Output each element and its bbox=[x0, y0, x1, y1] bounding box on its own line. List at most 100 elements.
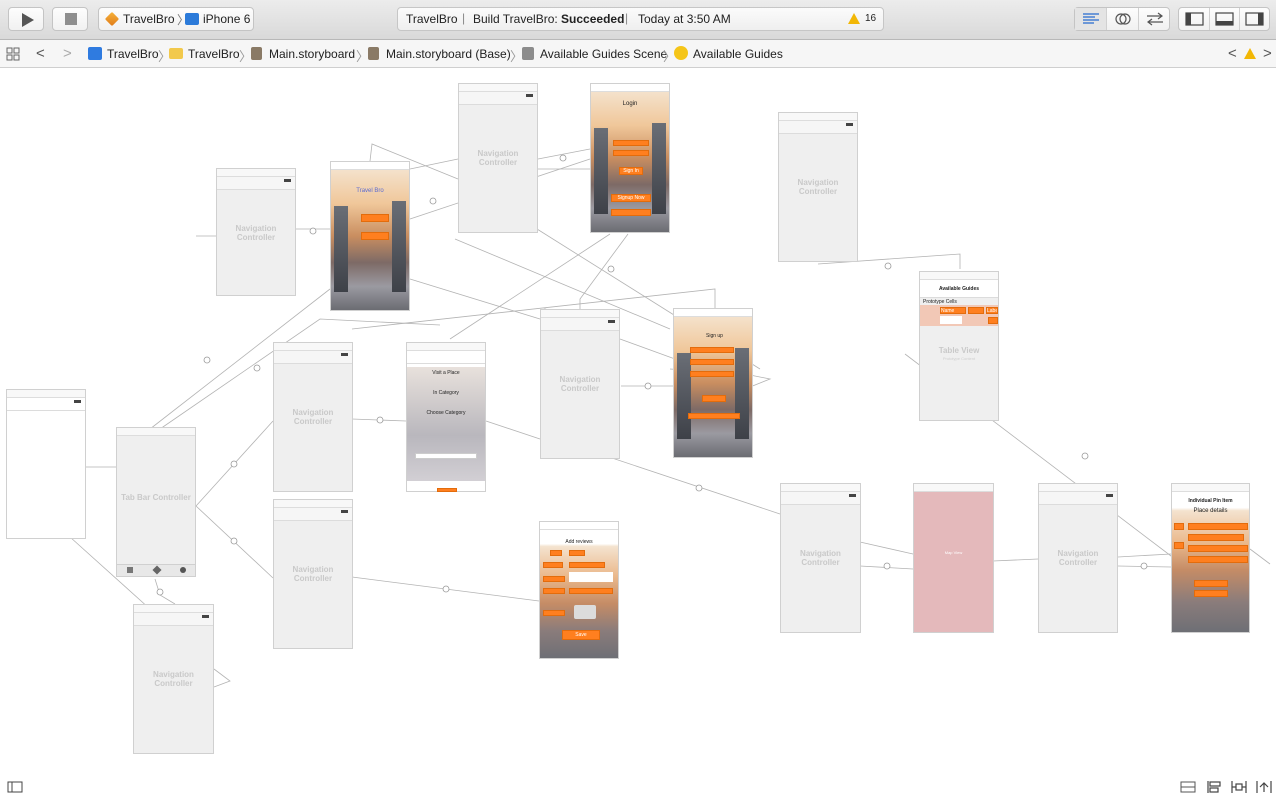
warning-icon[interactable] bbox=[1244, 48, 1256, 59]
review-field[interactable] bbox=[569, 588, 613, 594]
utilities-toggle-button[interactable] bbox=[1240, 8, 1270, 30]
scene-sign-up[interactable]: Sign up bbox=[673, 308, 753, 458]
tab-bar[interactable] bbox=[117, 564, 195, 576]
pin-button[interactable] bbox=[1194, 580, 1228, 587]
scene-icon bbox=[522, 47, 534, 60]
scene-title: Navigation Controller bbox=[292, 408, 334, 427]
next-issue-icon[interactable]: > bbox=[1263, 45, 1272, 62]
prototype-cell[interactable]: Name Label bbox=[920, 305, 998, 326]
scene-navigation-controller[interactable]: Navigation Controller bbox=[273, 342, 353, 492]
document-outline-toggle-icon[interactable] bbox=[7, 781, 23, 793]
review-stepper[interactable] bbox=[574, 605, 596, 619]
pin-field bbox=[1188, 523, 1248, 530]
scene-navigation-controller[interactable]: Navigation Controller bbox=[133, 604, 214, 754]
scene-title: Navigation Controller bbox=[153, 670, 194, 689]
login-field[interactable] bbox=[613, 150, 649, 156]
home-button[interactable] bbox=[361, 232, 389, 240]
crumb-controller[interactable]: Available Guides bbox=[693, 47, 783, 61]
scene-available-guides[interactable]: Available Guides Prototype Cells Name La… bbox=[919, 271, 999, 421]
cell-text-field[interactable] bbox=[940, 316, 962, 324]
signup-button[interactable]: Signup Now bbox=[611, 194, 651, 202]
login-field[interactable] bbox=[613, 140, 649, 146]
tab-icon[interactable] bbox=[127, 567, 133, 573]
pin-button[interactable] bbox=[1194, 590, 1228, 597]
debug-toggle-button[interactable] bbox=[1210, 8, 1240, 30]
travel-background bbox=[407, 367, 485, 481]
save-button[interactable]: Save bbox=[562, 630, 600, 640]
review-text-field[interactable] bbox=[569, 572, 613, 582]
login-link-button[interactable] bbox=[611, 209, 651, 216]
tab-icon[interactable] bbox=[180, 567, 186, 573]
scene-navigation-controller[interactable]: Navigation Controller bbox=[540, 309, 620, 459]
crumb-group[interactable]: TravelBro bbox=[188, 47, 240, 61]
signup-link-button[interactable] bbox=[688, 413, 740, 419]
right-panel-icon bbox=[1245, 12, 1264, 26]
signin-button[interactable]: Sign In bbox=[619, 167, 643, 175]
resolve-issues-icon[interactable] bbox=[1256, 780, 1272, 794]
warning-icon[interactable] bbox=[848, 13, 860, 24]
project-icon bbox=[88, 47, 102, 60]
status-build-result: Succeeded bbox=[561, 12, 625, 26]
stop-button[interactable] bbox=[52, 7, 88, 31]
scene-individual-pin-item[interactable]: Individual Pin Item Place details bbox=[1171, 483, 1250, 633]
home-button[interactable] bbox=[361, 214, 389, 222]
available-heading: Available Guides bbox=[938, 286, 980, 292]
scene-navigation-controller[interactable]: Navigation Controller bbox=[778, 112, 858, 262]
map-view[interactable]: Map View bbox=[914, 492, 993, 632]
scene-navigation-controller[interactable]: Navigation Controller bbox=[273, 499, 353, 649]
scene-nearby-places[interactable]: Map View bbox=[913, 483, 994, 633]
stack-icon[interactable] bbox=[1206, 780, 1222, 794]
version-editor-button[interactable] bbox=[1139, 8, 1171, 30]
status-app-name: TravelBro bbox=[406, 12, 458, 26]
crumb-localization[interactable]: Main.storyboard (Base) bbox=[386, 47, 511, 61]
scene-navigation-controller[interactable]: Navigation Controller bbox=[780, 483, 861, 633]
review-field[interactable] bbox=[569, 562, 605, 568]
signup-heading: Sign up bbox=[706, 333, 723, 339]
signup-field[interactable] bbox=[690, 359, 734, 365]
signup-field[interactable] bbox=[690, 371, 734, 377]
review-label bbox=[543, 610, 565, 616]
embed-icon[interactable] bbox=[1180, 781, 1196, 793]
scene-home[interactable]: Travel Bro bbox=[330, 161, 410, 311]
cell-button[interactable] bbox=[988, 317, 998, 324]
travel-input[interactable] bbox=[415, 453, 477, 459]
scene-add-review[interactable]: Add reviews Save bbox=[539, 521, 619, 659]
stop-icon bbox=[65, 13, 77, 25]
previous-issue-icon[interactable]: < bbox=[1228, 45, 1237, 62]
scene-title: Navigation Controller bbox=[797, 178, 839, 197]
scene-navigation-controller[interactable]: Navigation Controller bbox=[216, 168, 296, 296]
pin-subheading: Place details bbox=[1193, 508, 1228, 514]
warning-count[interactable]: 16 bbox=[865, 13, 876, 24]
crumb-scene[interactable]: Available Guides Scene bbox=[540, 47, 667, 61]
status-time: Today at 3:50 AM bbox=[638, 12, 731, 26]
scene-login[interactable]: Login Sign In Signup Now bbox=[590, 83, 670, 233]
travel-button[interactable] bbox=[437, 488, 457, 492]
crumb-file[interactable]: Main.storyboard bbox=[269, 47, 355, 61]
standard-editor-button[interactable] bbox=[1075, 8, 1107, 30]
scene-navigation-controller[interactable]: Navigation Controller bbox=[1038, 483, 1118, 633]
travel-line-1: Visit a Place bbox=[432, 370, 460, 376]
scene-navigation-controller[interactable]: Navigation Controller bbox=[458, 83, 538, 233]
star-icon[interactable] bbox=[152, 565, 162, 575]
scene-travel-now[interactable]: Visit a Place In Category Choose Categor… bbox=[406, 342, 486, 492]
back-arrow-icon[interactable]: < bbox=[36, 45, 45, 62]
run-button[interactable] bbox=[8, 7, 44, 31]
crumb-project[interactable]: TravelBro bbox=[107, 47, 159, 61]
scheme-selector[interactable]: TravelBro 〉 iPhone 6 bbox=[98, 7, 254, 31]
signup-submit-button[interactable] bbox=[702, 395, 726, 402]
app-icon bbox=[104, 11, 120, 27]
forward-arrow-icon[interactable]: > bbox=[63, 45, 72, 62]
scene-tab-bar-controller[interactable]: Tab Bar Controller bbox=[116, 427, 196, 577]
canvas-footer-bar bbox=[0, 772, 1276, 800]
assistant-editor-button[interactable] bbox=[1107, 8, 1139, 30]
scene-title: Navigation Controller bbox=[477, 149, 519, 168]
related-items-icon[interactable] bbox=[6, 47, 20, 61]
jump-bar: < > TravelBro 〉 TravelBro 〉 Main.storybo… bbox=[0, 40, 1276, 68]
signup-field[interactable] bbox=[690, 347, 734, 353]
review-field[interactable] bbox=[569, 550, 585, 556]
storyboard-canvas[interactable]: Navigation Controller Travel Bro Navigat… bbox=[0, 69, 1276, 772]
pin-constraints-icon[interactable] bbox=[1231, 780, 1247, 794]
scene-logout[interactable] bbox=[6, 389, 86, 539]
navigator-toggle-button[interactable] bbox=[1179, 8, 1210, 30]
review-label bbox=[543, 576, 565, 582]
